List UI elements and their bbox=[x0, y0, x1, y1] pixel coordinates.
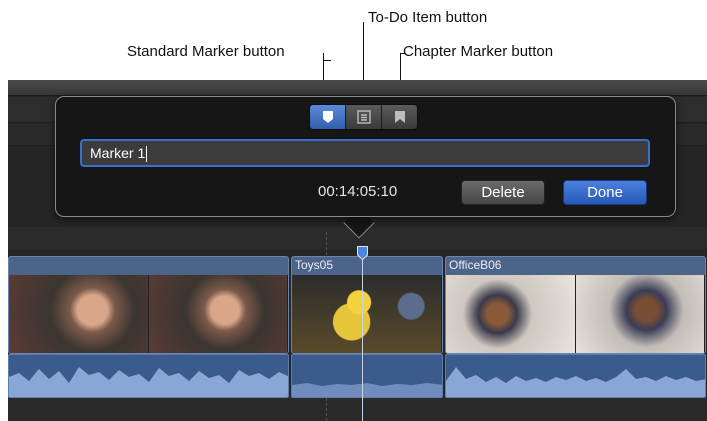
marker-on-timeline-icon[interactable] bbox=[357, 246, 368, 260]
chapter-marker-button[interactable] bbox=[382, 105, 417, 129]
todo-item-icon bbox=[356, 110, 371, 124]
playhead[interactable] bbox=[362, 248, 363, 421]
clip-filmstrip bbox=[292, 275, 442, 353]
waveform-graphic bbox=[292, 383, 442, 397]
clip-title: Toys05 bbox=[295, 258, 334, 272]
text-caret bbox=[146, 146, 148, 163]
chapter-marker-callout: Chapter Marker button bbox=[403, 43, 554, 60]
standard-marker-callout: Standard Marker button bbox=[127, 43, 285, 60]
standard-marker-icon bbox=[322, 111, 333, 123]
marker-name-field[interactable]: Marker 1 bbox=[80, 139, 650, 167]
audio-waveform-officeb06 bbox=[445, 354, 706, 398]
timeline-clip-interview[interactable] bbox=[8, 256, 289, 354]
clip-thumbnail bbox=[148, 275, 288, 353]
clip-filmstrip bbox=[9, 275, 288, 353]
timeline-clip-officeb06[interactable]: OfficeB06 bbox=[445, 256, 706, 354]
waveform-graphic bbox=[446, 367, 705, 397]
done-button[interactable]: Done bbox=[563, 180, 647, 205]
marker-name-value: Marker 1 bbox=[90, 145, 146, 161]
todo-item-callout: To-Do Item button bbox=[368, 9, 488, 26]
timeline-clip-toys05[interactable]: Toys05 bbox=[291, 256, 443, 354]
timeline-empty-lane bbox=[8, 396, 707, 421]
marker-type-segmented-control bbox=[309, 104, 418, 130]
delete-button[interactable]: Delete bbox=[461, 180, 545, 205]
todo-item-button[interactable] bbox=[346, 105, 382, 129]
audio-waveform-interview bbox=[8, 354, 289, 398]
clip-thumbnail bbox=[9, 275, 149, 353]
chapter-marker-icon bbox=[394, 111, 405, 123]
clip-filmstrip bbox=[446, 275, 705, 353]
toolbar-strip bbox=[8, 80, 707, 96]
marker-timecode: 00:14:05:10 bbox=[318, 183, 398, 200]
standard-callout-line-h bbox=[323, 60, 331, 61]
audio-waveform-toys05 bbox=[291, 354, 443, 398]
clip-title: OfficeB06 bbox=[449, 258, 502, 272]
standard-marker-button[interactable] bbox=[310, 105, 346, 129]
clip-thumbnail bbox=[292, 275, 442, 353]
clip-thumbnail bbox=[575, 275, 705, 353]
waveform-graphic bbox=[9, 367, 288, 397]
clip-thumbnail bbox=[446, 275, 576, 353]
chapter-callout-line-h bbox=[400, 53, 405, 54]
